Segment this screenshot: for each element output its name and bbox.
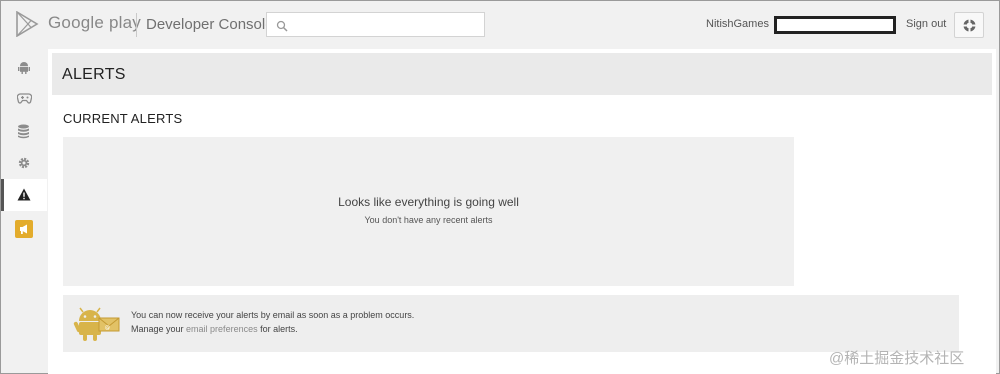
search-box[interactable] bbox=[266, 12, 485, 37]
account-email-redacted bbox=[774, 16, 896, 34]
sidebar-item-settings[interactable] bbox=[1, 147, 47, 179]
google-play-logo-icon[interactable] bbox=[15, 10, 39, 38]
sidebar-item-all-applications[interactable] bbox=[1, 51, 47, 83]
header-divider bbox=[136, 13, 137, 37]
main-panel: ALERTS CURRENT ALERTS Looks like everyth… bbox=[48, 49, 996, 374]
search-input[interactable] bbox=[293, 15, 479, 34]
manage-suffix: for alerts. bbox=[257, 324, 298, 334]
alerts-empty-state: Looks like everything is going well You … bbox=[63, 137, 794, 286]
email-banner-message: You can now receive your alerts by email… bbox=[131, 310, 415, 320]
gamepad-icon bbox=[17, 93, 32, 104]
top-header: Google play Developer Console NitishGame… bbox=[1, 1, 999, 49]
sidebar bbox=[1, 49, 47, 374]
android-mail-icon: @ bbox=[71, 304, 123, 347]
manage-prefix: Manage your bbox=[131, 324, 187, 334]
console-title[interactable]: Developer Console bbox=[146, 16, 274, 33]
email-banner-manage-text: Manage your email preferences for alerts… bbox=[131, 324, 298, 334]
email-alerts-banner: @ You can now receive your alerts by ema… bbox=[63, 295, 959, 352]
database-icon bbox=[18, 124, 29, 139]
empty-state-subtitle: You don't have any recent alerts bbox=[364, 215, 493, 225]
section-title: CURRENT ALERTS bbox=[63, 111, 183, 126]
warning-icon bbox=[17, 188, 31, 201]
search-icon bbox=[276, 19, 288, 32]
help-icon bbox=[963, 19, 976, 32]
sidebar-item-announcements[interactable] bbox=[1, 213, 47, 245]
help-button[interactable] bbox=[954, 12, 984, 38]
gear-icon bbox=[18, 157, 30, 169]
page-header: ALERTS bbox=[52, 53, 992, 95]
account-name[interactable]: NitishGames bbox=[706, 18, 769, 30]
sidebar-item-alerts[interactable] bbox=[1, 179, 47, 211]
sidebar-item-reports[interactable] bbox=[1, 115, 47, 147]
email-preferences-link[interactable]: email preferences bbox=[186, 324, 258, 334]
sign-out-link[interactable]: Sign out bbox=[906, 18, 946, 30]
android-icon bbox=[18, 62, 30, 74]
empty-state-title: Looks like everything is going well bbox=[338, 195, 519, 209]
sidebar-item-game-services[interactable] bbox=[1, 83, 47, 115]
page-title: ALERTS bbox=[62, 66, 126, 83]
brand-name[interactable]: Google play bbox=[48, 13, 141, 33]
watermark: @稀土掘金技术社区 bbox=[829, 350, 965, 367]
megaphone-icon bbox=[15, 220, 33, 238]
svg-text:@: @ bbox=[105, 325, 110, 331]
